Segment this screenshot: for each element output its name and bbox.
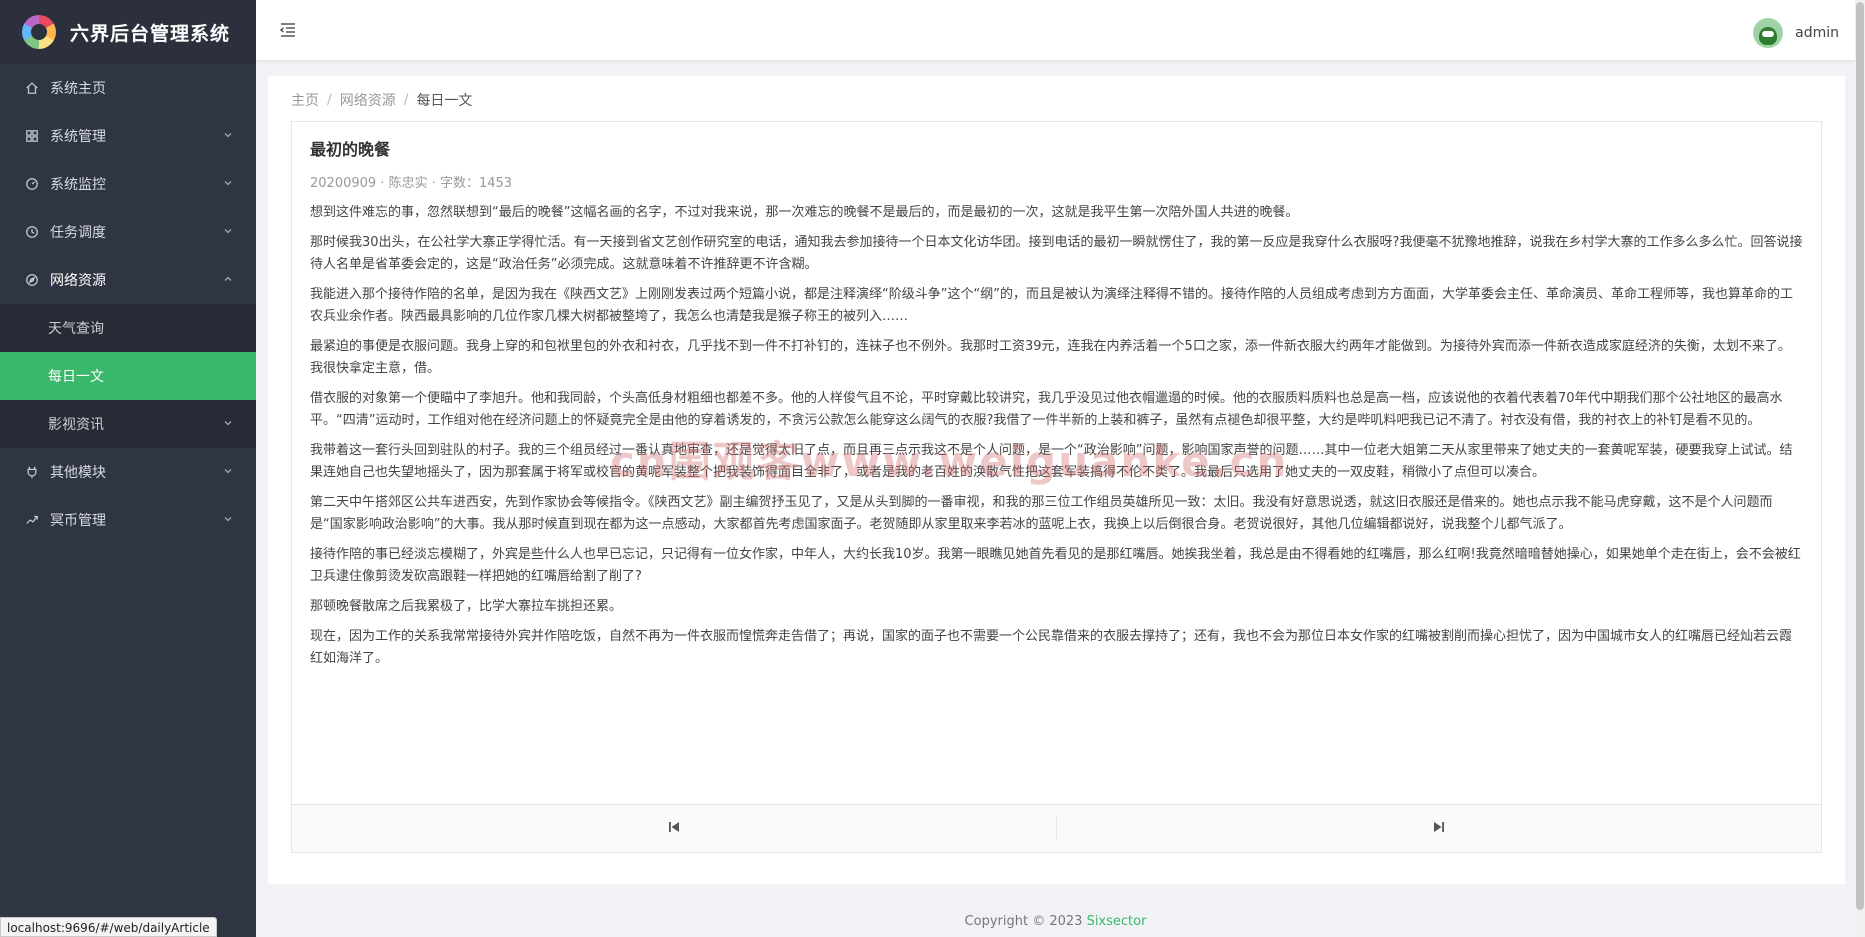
sidebar-item-label: 系统监控 <box>50 177 106 193</box>
sidebar-item-movie-news[interactable]: 影视资讯 <box>0 400 256 448</box>
clock-icon <box>24 224 40 240</box>
article-paragraph: 第二天中午搭郊区公共车进西安，先到作家协会等候指令。《陕西文艺》副主编贺抒玉见了… <box>310 495 1773 532</box>
dashboard-icon <box>24 176 40 192</box>
footer-brand-link[interactable]: Sixsector <box>1087 914 1147 929</box>
article-meta: 20200909 · 陈忠实 · 字数：1453 <box>310 176 513 191</box>
article-paragraph: 我带着这一套行头回到驻队的村子。我的三个组员经过一番认真地审查，还是觉得太旧了点… <box>310 443 1793 480</box>
article-paragraph: 想到这件难忘的事，忽然联想到“最后的晚餐”这幅名画的名字，不过对我来说，那一次难… <box>310 205 1299 220</box>
article-pager <box>292 804 1821 852</box>
sidebar-item-label: 系统管理 <box>50 129 106 145</box>
skip-previous-icon <box>667 819 681 838</box>
skip-next-icon <box>1432 819 1446 838</box>
sidebar-item-system-management[interactable]: 系统管理 <box>0 112 256 160</box>
chevron-down-icon <box>222 513 236 527</box>
user-name: admin <box>1795 25 1839 41</box>
sidebar-item-label: 天气查询 <box>48 321 104 337</box>
article-paragraph: 那顿晚餐散席之后我累极了，比学大寨拉车挑担还累。 <box>310 599 623 614</box>
sidebar-menu-lower: 其他模块 冥币管理 <box>0 448 256 544</box>
article-body: 最初的晚餐 20200909 · 陈忠实 · 字数：1453 想到这件难忘的事，… <box>292 122 1821 670</box>
chevron-up-icon <box>222 273 236 287</box>
sidebar: 六界后台管理系统 系统主页 系统管理 系统监控 任务调度 网络资源 天气查询 每… <box>0 0 256 937</box>
chevron-down-icon <box>222 177 236 191</box>
sidebar-item-label: 任务调度 <box>50 225 106 241</box>
sidebar-item-label: 每日一文 <box>48 369 104 385</box>
sidebar-submenu-network-resources: 天气查询 每日一文 影视资讯 <box>0 304 256 448</box>
previous-article-button[interactable] <box>292 805 1056 852</box>
logo-icon <box>22 15 56 49</box>
status-bar-url: localhost:9696/#/web/dailyArticle <box>0 917 217 937</box>
scrollbar-thumb[interactable] <box>1856 2 1864 910</box>
article-paragraph: 那时候我30出头，在公社学大寨正学得忙活。有一天接到省文艺创作研究室的电话，通知… <box>310 235 1803 272</box>
next-article-button[interactable] <box>1057 805 1821 852</box>
breadcrumb-separator: / <box>403 92 409 108</box>
plug-icon <box>24 464 40 480</box>
article-title: 最初的晚餐 <box>310 140 391 159</box>
home-icon <box>24 80 40 96</box>
article-paragraph: 接待作陪的事已经淡忘模糊了，外宾是些什么人也早已忘记，只记得有一位女作家，中年人… <box>310 547 1801 584</box>
chevron-down-icon <box>222 465 236 479</box>
compass-icon <box>24 272 40 288</box>
sidebar-item-label: 影视资讯 <box>48 417 104 433</box>
breadcrumb-home[interactable]: 主页 <box>291 90 319 110</box>
chevron-down-icon <box>222 225 236 239</box>
sidebar-item-daily-article[interactable]: 每日一文 <box>0 352 256 400</box>
avatar[interactable] <box>1753 18 1784 48</box>
article-panel: 最初的晚餐 20200909 · 陈忠实 · 字数：1453 想到这件难忘的事，… <box>291 121 1822 853</box>
article-paragraph: 最紧迫的事便是衣服问题。我身上穿的和包袱里包的外衣和衬衣，几乎找不到一件不打补钉… <box>310 339 1791 376</box>
chevron-down-icon <box>222 417 236 431</box>
content-card: 主页 / 网络资源 / 每日一文 最初的晚餐 20200909 · 陈忠实 · … <box>268 76 1845 884</box>
grid-icon <box>24 128 40 144</box>
breadcrumb-separator: / <box>327 92 332 108</box>
footer: Copyright © 2023 Sixsector <box>256 914 1855 929</box>
sidebar-item-label: 其他模块 <box>50 465 106 481</box>
sidebar-item-other-modules[interactable]: 其他模块 <box>0 448 256 496</box>
menu-toggle-icon[interactable] <box>278 20 298 40</box>
page-scrollbar[interactable] <box>1855 0 1865 937</box>
sidebar-item-label: 网络资源 <box>50 273 106 289</box>
article-paragraph: 我能进入那个接待作陪的名单，是因为我在《陕西文艺》上刚刚发表过两个短篇小说，都是… <box>310 287 1793 324</box>
sidebar-item-task-scheduling[interactable]: 任务调度 <box>0 208 256 256</box>
sidebar-item-weather[interactable]: 天气查询 <box>0 304 256 352</box>
footer-copyright: Copyright © 2023 <box>964 914 1083 929</box>
trend-icon <box>24 512 40 528</box>
top-header: admin <box>256 0 1855 60</box>
sidebar-item-network-resources[interactable]: 网络资源 <box>0 256 256 304</box>
chevron-down-icon <box>222 129 236 143</box>
sidebar-menu: 系统主页 系统管理 系统监控 任务调度 网络资源 <box>0 64 256 304</box>
sidebar-item-currency-management[interactable]: 冥币管理 <box>0 496 256 544</box>
breadcrumb-section[interactable]: 网络资源 <box>340 90 396 110</box>
article-paragraph: 借衣服的对象第一个便瞄中了李旭升。他和我同龄，个头高低身材粗细也都差不多。他的人… <box>310 391 1783 428</box>
sidebar-item-label: 冥币管理 <box>50 513 106 529</box>
article-paragraph: 现在，因为工作的关系我常常接待外宾并作陪吃饭，自然不再为一件衣服而惶慌奔走告借了… <box>310 629 1793 666</box>
sidebar-item-label: 系统主页 <box>50 81 106 97</box>
sidebar-item-system-monitor[interactable]: 系统监控 <box>0 160 256 208</box>
user-menu[interactable]: admin <box>1753 18 1839 48</box>
brand[interactable]: 六界后台管理系统 <box>0 0 256 64</box>
breadcrumb-current: 每日一文 <box>416 93 473 109</box>
breadcrumb: 主页 / 网络资源 / 每日一文 <box>291 90 472 110</box>
app-title: 六界后台管理系统 <box>70 22 231 45</box>
sidebar-item-home[interactable]: 系统主页 <box>0 64 256 112</box>
